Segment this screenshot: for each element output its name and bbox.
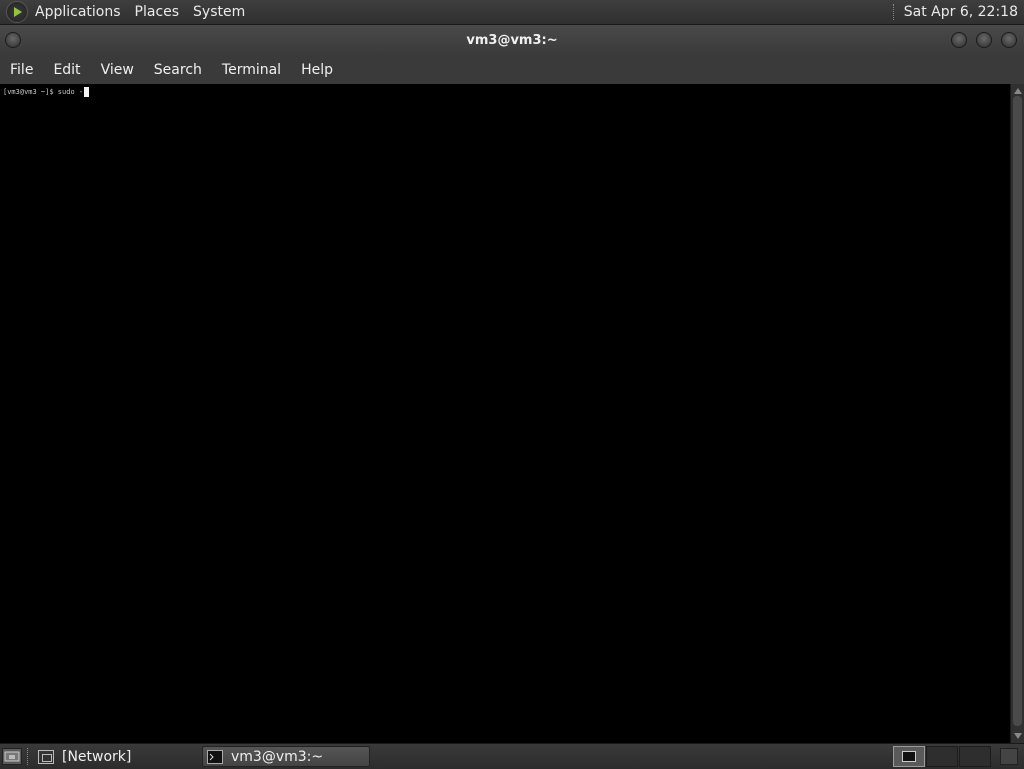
window-menu-button[interactable] (5, 32, 21, 48)
window-stack-icon (38, 749, 54, 764)
taskbar-item-label: [Network] (62, 748, 132, 765)
terminal-icon (207, 749, 223, 764)
clock[interactable]: Sat Apr 6, 22:18 (904, 4, 1024, 20)
bottom-panel: [Network] vm3@vm3:~ (0, 743, 1024, 769)
distro-logo-icon[interactable] (6, 1, 28, 23)
workspace-3[interactable] (959, 746, 991, 767)
places-menu[interactable]: Places (128, 4, 187, 20)
taskbar-item-terminal[interactable]: vm3@vm3:~ (202, 746, 370, 767)
maximize-button[interactable] (976, 32, 992, 48)
minimize-button[interactable] (951, 32, 967, 48)
taskbar-item-label: vm3@vm3:~ (231, 748, 324, 765)
terminal-scrollbar[interactable] (1010, 84, 1024, 743)
workspace-1[interactable] (893, 746, 925, 767)
taskbar-item-network[interactable]: [Network] (34, 746, 199, 767)
close-button[interactable] (1001, 32, 1017, 48)
panel-separator (892, 4, 896, 20)
terminal-menubar: File Edit View Search Terminal Help (0, 55, 1024, 85)
shell-prompt: [vm3@vm3 ~]$ (3, 88, 58, 96)
menu-help[interactable]: Help (291, 62, 343, 78)
applications-menu[interactable]: Applications (28, 4, 128, 20)
top-panel: Applications Places System Sat Apr 6, 22… (0, 0, 1024, 25)
window-titlebar[interactable]: vm3@vm3:~ (0, 25, 1024, 55)
menu-file[interactable]: File (0, 62, 43, 78)
panel-right-area: Sat Apr 6, 22:18 (892, 0, 1024, 24)
system-menu[interactable]: System (186, 4, 252, 20)
menu-terminal[interactable]: Terminal (212, 62, 291, 78)
menu-view[interactable]: View (91, 62, 144, 78)
terminal-icon (902, 751, 916, 762)
menu-edit[interactable]: Edit (43, 62, 90, 78)
show-desktop-icon[interactable] (2, 748, 22, 765)
menu-search[interactable]: Search (144, 62, 212, 78)
scroll-thumb[interactable] (1013, 96, 1022, 726)
scroll-up-arrow-icon[interactable] (1014, 88, 1022, 94)
prompt-line: [vm3@vm3 ~]$ sudo - (3, 87, 90, 97)
text-cursor (84, 87, 90, 97)
terminal-area[interactable]: [vm3@vm3 ~]$ sudo - (0, 84, 1010, 743)
typed-command: sudo - (57, 88, 84, 96)
workspace-2[interactable] (926, 746, 958, 767)
window-title: vm3@vm3:~ (466, 32, 558, 48)
scroll-down-arrow-icon[interactable] (1014, 733, 1022, 739)
trash-icon[interactable] (1000, 748, 1018, 765)
panel-separator (27, 748, 28, 765)
